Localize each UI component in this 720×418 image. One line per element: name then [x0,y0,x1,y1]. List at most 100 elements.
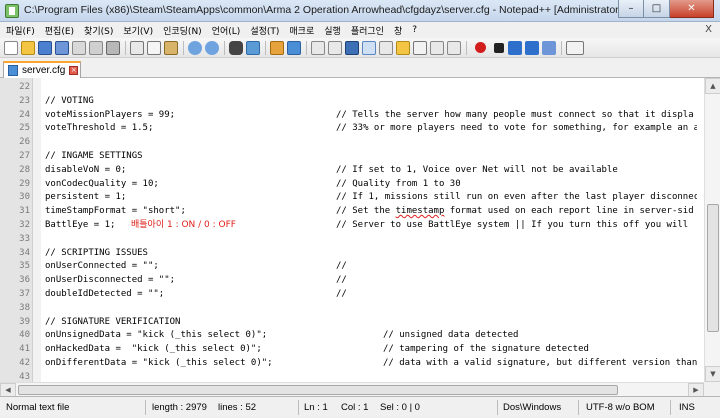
tab-close-icon[interactable]: × [69,66,79,75]
scroll-left-icon[interactable]: ◀ [0,383,16,397]
zoom-in-icon[interactable] [270,40,284,55]
code-line[interactable] [41,232,697,246]
status-encoding: UTF-8 w/o BOM [586,402,655,413]
code-line[interactable]: disableVoN = 0; // If set to 1, Voice ove… [41,163,697,177]
korean-note: 배틀아이 1 : ON / 0 : OFF [131,220,236,230]
vertical-scroll-thumb[interactable] [707,204,719,332]
code-area[interactable]: // VOTING voteMissionPlayers = 99; // Tell… [41,78,697,382]
menu-plugins[interactable]: 플러그인 [351,24,384,37]
code-line[interactable]: doubleIdDetected = ""; // [41,287,697,301]
redo-icon[interactable] [205,40,219,55]
minimize-button[interactable]: – [618,0,644,18]
editor[interactable]: 22 23 24 25 26 27 28 29 30 31 32 33 34 35 36 37 38 39 40 41… [0,78,720,397]
code-line[interactable]: onHackedData = "kick (_this select 0)"; /… [41,342,697,356]
save-icon[interactable] [38,40,52,55]
print-icon[interactable] [106,40,120,55]
code-line[interactable]: // SCRIPTING ISSUES [41,246,697,260]
zoom-out-icon[interactable] [287,40,301,55]
user-language-icon[interactable] [396,40,410,55]
close-document-icon[interactable]: X [705,24,712,35]
menu-edit[interactable]: 편집(E) [45,24,74,37]
code-comment: // tampering of the signature detected [383,344,589,355]
code-text: disableVoN = 0; [45,164,127,175]
horizontal-scrollbar[interactable]: ◀ ▶ [0,382,704,397]
code-text: onUnsignedData = "kick (_this select 0)"… [45,330,268,341]
menu-help[interactable]: ? [412,25,417,35]
folder-as-workspace-icon[interactable] [447,40,461,55]
sync-horizontal-icon[interactable] [328,40,342,55]
code-line[interactable]: onUserConnected = ""; // [41,259,697,273]
close-button[interactable]: ✕ [670,0,714,18]
scroll-down-icon[interactable]: ▼ [705,366,720,382]
menu-macro[interactable]: 매크로 [289,24,314,37]
code-line[interactable]: onUnsignedData = "kick (_this select 0)"… [41,328,697,342]
code-line[interactable]: BattlEye = 1; 배틀아이 1 : ON / 0 : OFF // Ser… [41,218,697,232]
record-macro-icon[interactable] [475,42,486,53]
function-list-icon[interactable] [430,40,444,55]
menu-search[interactable]: 찾기(S) [84,24,113,37]
stop-record-icon[interactable] [494,42,504,53]
code-line[interactable]: vonCodecQuality = 10; // Quality from 1 t… [41,177,697,191]
scroll-right-icon[interactable]: ▶ [688,383,704,397]
code-line[interactable]: voteMissionPlayers = 99; // Tells the ser… [41,108,697,122]
code-line[interactable]: // SIGNATURE VERIFICATION [41,315,697,329]
menu-run[interactable]: 실행 [324,24,341,37]
code-line[interactable] [41,301,697,315]
code-line[interactable]: onUserDisconnected = ""; // [41,273,697,287]
menu-language[interactable]: 언어(L) [212,24,241,37]
new-file-icon[interactable] [4,40,18,55]
show-all-chars-icon[interactable] [362,40,376,55]
code-line[interactable] [41,370,697,382]
window-title: C:\Program Files (x86)\Steam\SteamApps\c… [24,4,622,16]
code-line[interactable]: voteThreshold = 1.5; // 33% or more playe… [41,121,697,135]
code-line[interactable] [41,80,697,94]
line-number: 27 [19,151,30,161]
menu-file[interactable]: 파일(F) [6,24,35,37]
vertical-scrollbar[interactable]: ▲ ▼ [704,78,720,382]
line-number-gutter: 22 23 24 25 26 27 28 29 30 31 32 33 34 35 36 37 38 39 40 41… [0,78,33,382]
word-wrap-icon[interactable] [345,40,359,55]
scroll-up-icon[interactable]: ▲ [705,78,720,94]
status-separator [670,400,671,415]
code-line[interactable]: onDifferentData = "kick (_this select 0)… [41,356,697,370]
menu-window[interactable]: 창 [394,24,402,37]
scrollbar-corner [704,382,720,396]
open-file-icon[interactable] [21,40,35,55]
indent-guide-icon[interactable] [379,40,393,55]
line-number: 38 [19,302,30,313]
close-icon[interactable] [72,40,86,55]
spell-check-icon[interactable] [566,40,584,55]
find-icon[interactable] [229,40,243,55]
close-all-icon[interactable] [89,40,103,55]
cut-icon[interactable] [130,40,144,55]
fold-margin [33,78,41,382]
code-line[interactable]: // VOTING [41,94,697,108]
horizontal-scroll-thumb[interactable] [18,385,618,395]
status-bar: Normal text file length : 2979 lines : 5… [0,396,720,418]
code-line[interactable]: // INGAME SETTINGS [41,149,697,163]
document-map-icon[interactable] [413,40,427,55]
undo-icon[interactable] [188,40,202,55]
code-text: voteMissionPlayers = 99; [45,109,176,120]
save-all-icon[interactable] [55,40,69,55]
line-number: 23 [19,95,30,106]
menu-view[interactable]: 보기(V) [123,24,153,37]
sync-vertical-icon[interactable] [311,40,325,55]
line-number: 41 [19,344,30,355]
paste-icon[interactable] [164,40,178,55]
maximize-button[interactable]: □ [644,0,670,18]
tab-server-cfg[interactable]: server.cfg × [3,61,81,78]
replace-icon[interactable] [246,40,260,55]
copy-icon[interactable] [147,40,161,55]
status-ln: Ln : 1 [304,402,328,413]
toolbar-separator [265,40,266,55]
menu-encoding[interactable]: 인코딩(N) [163,24,202,37]
code-line[interactable] [41,135,697,149]
play-macro-icon[interactable] [508,40,522,55]
code-line[interactable]: timeStampFormat = "short"; // Set the tim… [41,204,697,218]
run-macro-multiple-icon[interactable] [525,40,539,55]
line-number: 32 [19,220,30,230]
code-line[interactable]: persistent = 1; // If 1, missions still r… [41,190,697,204]
menu-settings[interactable]: 설정(T) [250,24,279,37]
save-macro-icon[interactable] [542,40,556,55]
